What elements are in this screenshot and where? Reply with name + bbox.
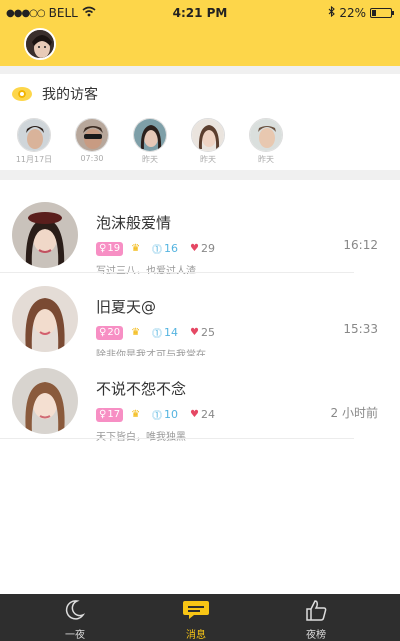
medal-icon: ⓵ bbox=[152, 245, 163, 256]
tab-night-ranking[interactable]: 夜榜 bbox=[249, 594, 383, 641]
level-badge: ♀ 17 bbox=[96, 407, 124, 422]
user-signature: 天下皆白，唯我独黑 bbox=[96, 428, 186, 443]
top-header: ●●●○○ BELL 4:21 PM 22% bbox=[0, 0, 400, 66]
tab-label: 一夜 bbox=[65, 630, 85, 641]
medal-count: 14 bbox=[164, 326, 179, 339]
battery-percent: 22% bbox=[339, 6, 366, 20]
section-divider bbox=[0, 66, 400, 74]
visitor-time: 昨天 bbox=[142, 155, 158, 164]
level-badge: ♀ 19 bbox=[96, 241, 124, 256]
visitor-list: 11月17日 07:30 昨天 昨天 昨天 bbox=[0, 118, 400, 170]
visitor-time: 07:30 bbox=[80, 154, 104, 163]
visitors-title: 我的访客 bbox=[42, 87, 98, 103]
heart-icon: ♥ bbox=[190, 243, 199, 254]
divider bbox=[0, 438, 354, 439]
my-avatar[interactable] bbox=[24, 28, 56, 60]
visitor-item[interactable]: 昨天 bbox=[125, 118, 175, 165]
user-avatar bbox=[12, 202, 78, 268]
user-avatar bbox=[12, 368, 78, 434]
message-time: 2 小时前 bbox=[330, 406, 378, 420]
level-badge: ♀ 20 bbox=[96, 325, 124, 340]
medal-icon: ⓵ bbox=[152, 411, 163, 422]
battery-icon bbox=[370, 8, 394, 18]
tab-one-night[interactable]: 一夜 bbox=[8, 594, 142, 641]
medal-icon: ⓵ bbox=[152, 329, 163, 340]
bottom-tab-bar: 一夜 消息 夜榜 bbox=[0, 594, 400, 641]
visitor-avatar bbox=[133, 118, 167, 152]
visitor-time: 11月17日 bbox=[15, 155, 53, 164]
visitor-avatar bbox=[191, 118, 225, 152]
heart-count: 24 bbox=[201, 408, 215, 421]
female-icon: ♀ bbox=[99, 408, 107, 420]
medal-count: 10 bbox=[164, 408, 179, 421]
tab-label: 消息 bbox=[186, 630, 206, 641]
chat-bubble-icon bbox=[129, 598, 263, 622]
visitor-avatar bbox=[75, 118, 109, 152]
crown-icon: ♛ bbox=[131, 327, 141, 338]
visitor-item[interactable]: 昨天 bbox=[241, 118, 291, 165]
crown-icon: ♛ bbox=[131, 243, 141, 254]
heart-icon: ♥ bbox=[190, 409, 199, 420]
user-avatar bbox=[12, 286, 78, 352]
visitor-avatar bbox=[17, 118, 51, 152]
heart-count: 29 bbox=[201, 242, 215, 255]
message-item[interactable]: 旧夏天@ ♀20 ♛ ⓵14 ♥25 除非你是我才可与我常在 15:33 bbox=[0, 274, 400, 361]
user-stats: ♀ 17 ♛ ⓵ 10 ♥ 24 bbox=[96, 407, 215, 422]
divider bbox=[0, 272, 354, 273]
tab-label: 夜榜 bbox=[306, 630, 326, 641]
message-time: 16:12 bbox=[343, 238, 378, 252]
medal-count: 16 bbox=[164, 242, 179, 255]
visitor-time: 昨天 bbox=[200, 155, 216, 164]
visitor-time: 昨天 bbox=[258, 155, 274, 164]
user-name: 旧夏天@ bbox=[96, 298, 157, 316]
message-item[interactable]: 泡沫般爱情 ♀19 ♛ ⓵16 ♥29 写过三八，也爱过人渣 16:12 bbox=[0, 190, 400, 277]
heart-count: 25 bbox=[201, 326, 215, 339]
message-time: 15:33 bbox=[343, 322, 378, 336]
moon-icon bbox=[8, 598, 142, 622]
visitor-item[interactable]: 11月17日 bbox=[9, 118, 59, 165]
user-stats: ♀ 20 ♛ ⓵ 14 ♥ 25 bbox=[96, 325, 215, 340]
status-bar: ●●●○○ BELL 4:21 PM 22% bbox=[0, 0, 400, 26]
visitor-item[interactable]: 07:30 bbox=[67, 118, 117, 163]
user-name: 泡沫般爱情 bbox=[96, 214, 172, 232]
female-icon: ♀ bbox=[99, 326, 107, 338]
eye-icon bbox=[12, 87, 32, 101]
bluetooth-icon bbox=[328, 5, 336, 20]
female-icon: ♀ bbox=[99, 242, 107, 254]
heart-icon: ♥ bbox=[190, 327, 199, 338]
user-name: 不说不怨不念 bbox=[96, 380, 187, 398]
visitor-avatar bbox=[249, 118, 283, 152]
section-divider bbox=[0, 170, 400, 180]
visitor-item[interactable]: 昨天 bbox=[183, 118, 233, 165]
visitors-section: 我的访客 11月17日 07:30 昨天 昨天 昨天 bbox=[0, 74, 400, 170]
crown-icon: ♛ bbox=[131, 409, 141, 420]
tab-messages[interactable]: 消息 bbox=[129, 594, 263, 641]
user-stats: ♀ 19 ♛ ⓵ 16 ♥ 29 bbox=[96, 241, 215, 256]
thumbs-up-icon bbox=[249, 598, 383, 622]
message-item[interactable]: 不说不怨不念 ♀17 ♛ ⓵10 ♥24 天下皆白，唯我独黑 2 小时前 bbox=[0, 356, 400, 443]
